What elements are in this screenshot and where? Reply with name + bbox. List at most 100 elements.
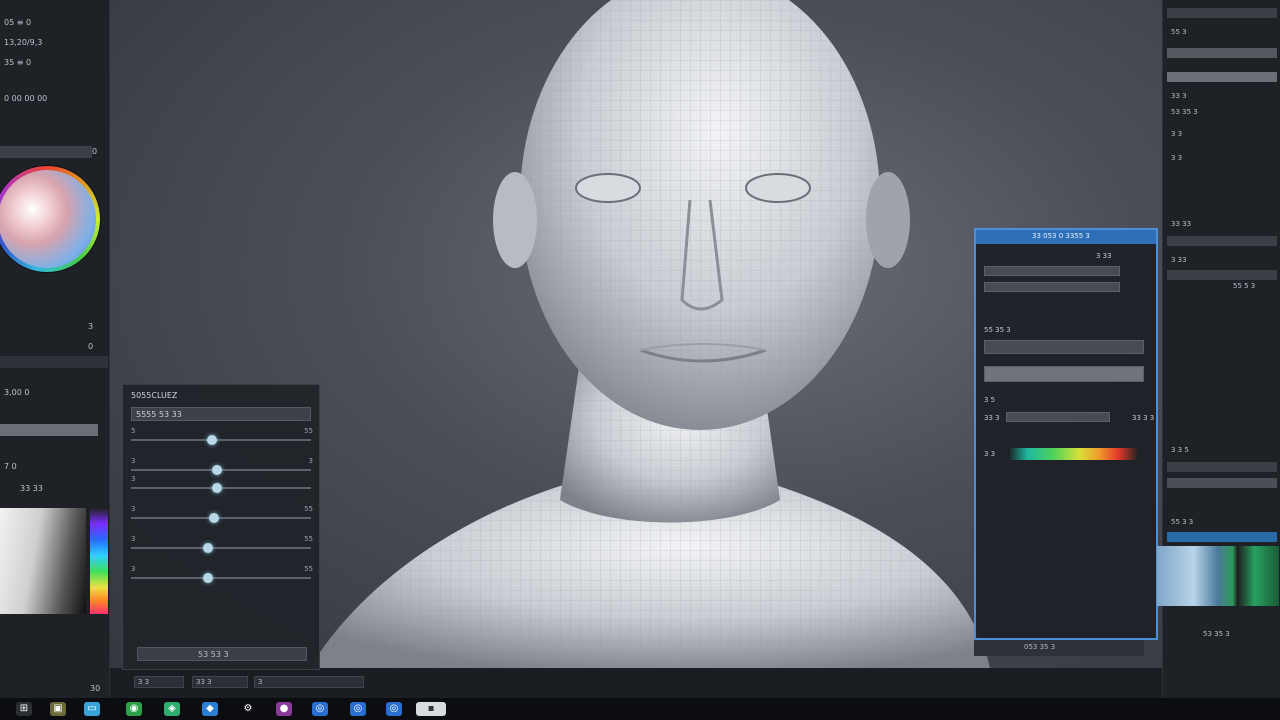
slider-value: 55 (304, 535, 313, 543)
prop-slider-field[interactable] (984, 340, 1144, 354)
layer-row[interactable] (0, 356, 108, 368)
outliner-label: 53 35 3 (1203, 630, 1230, 638)
outliner-label: 3 3 (1171, 154, 1183, 162)
app-icon-2[interactable]: ◉ (126, 702, 142, 716)
slider-label: 3 (131, 535, 136, 543)
outliner-row[interactable] (1167, 270, 1277, 280)
bottom-tabs: 3 3 33 3 3 (134, 676, 374, 690)
slider-knob[interactable] (212, 483, 223, 493)
slider-knob[interactable] (203, 573, 214, 583)
color-ramp-gradient[interactable] (1008, 448, 1138, 460)
tab[interactable]: 3 3 (134, 676, 184, 688)
brush-slider-row[interactable]: 3 55 (131, 505, 313, 527)
slider-track[interactable] (131, 577, 311, 579)
slider-knob[interactable] (203, 543, 214, 553)
outliner-label: 33 3 (1171, 92, 1187, 100)
brush-slider-row[interactable]: 3 (131, 475, 313, 497)
slider-label: 3 (131, 565, 136, 573)
prop-label: 3 33 (1096, 252, 1112, 260)
outliner-label: 3 3 (1171, 130, 1183, 138)
gradient-label: 3 3 (984, 450, 996, 458)
brush-slider-row[interactable]: 3 55 (131, 565, 313, 587)
outliner-label: 55 3 (1171, 28, 1187, 36)
slider-track[interactable] (131, 547, 311, 549)
right-outliner-panel: 55 3 33 3 53 35 3 3 3 3 3 33 33 3 33 55 … (1157, 0, 1280, 700)
render-preview-thumbnail[interactable] (1157, 546, 1279, 606)
prop-slider-field[interactable] (984, 366, 1144, 382)
prop-label: 33 3 (984, 414, 1000, 422)
outliner-label: 3 3 5 (1171, 446, 1189, 454)
folder-icon[interactable]: ▣ (50, 702, 66, 716)
windows-icon[interactable]: ⊞ (16, 702, 32, 716)
slider-knob[interactable] (212, 465, 223, 475)
prop-field[interactable] (1006, 412, 1110, 422)
prop-field[interactable] (984, 266, 1120, 276)
prop-label: 33 3 3 (1132, 414, 1155, 422)
saturation-value-picker[interactable] (0, 508, 86, 614)
slider-label: 5 (131, 427, 136, 435)
outliner-row[interactable] (1167, 8, 1277, 18)
hue-slider[interactable] (90, 508, 108, 614)
brush-preset-dropdown[interactable]: 5555 53 33 (131, 407, 311, 421)
slider-value: 55 (304, 505, 313, 513)
outliner-label: 3 33 (1171, 256, 1187, 264)
brush-size-field[interactable] (0, 424, 98, 436)
apply-button[interactable]: 053 35 3 (974, 640, 1144, 656)
brush-slider-row[interactable]: 3 55 (131, 535, 313, 557)
app-icon-1[interactable]: ▭ (84, 702, 100, 716)
slider-value: 55 (304, 427, 313, 435)
app-icon-5[interactable]: ● (276, 702, 292, 716)
outliner-row[interactable] (1167, 462, 1277, 472)
slider-knob[interactable] (207, 435, 217, 445)
outliner-row[interactable] (1167, 236, 1277, 246)
slider-label: 3 (131, 505, 136, 513)
slider-track[interactable] (131, 517, 311, 519)
outliner-row-active[interactable] (1167, 532, 1277, 542)
app-icon-8[interactable]: ◎ (386, 702, 402, 716)
app-icon-4[interactable]: ◆ (202, 702, 218, 716)
active-app-icon[interactable]: ▪ (416, 702, 446, 716)
outliner-label: 55 3 3 (1171, 518, 1194, 526)
color-wheel[interactable] (0, 166, 100, 272)
apply-button-label: 053 35 3 (1024, 643, 1056, 651)
slider-value: 3 (308, 457, 313, 465)
panel-header[interactable]: 33 053 0 3355 3 (976, 230, 1156, 244)
outliner-label: 53 35 3 (1171, 108, 1198, 116)
left-panel-value: 0 (92, 147, 98, 156)
apply-brush-button[interactable]: 53 53 3 (137, 647, 307, 661)
left-panel-row: 05 ≡ 0 (4, 18, 32, 27)
left-panel-value: 30 (90, 684, 101, 693)
slider-track[interactable] (131, 439, 311, 441)
outliner-row[interactable] (1167, 478, 1277, 488)
left-panel-value: 3 (88, 322, 94, 331)
outliner-row-selected[interactable] (1167, 48, 1277, 58)
taskbar: ⊞ ▣ ▭ ◉ ◈ ◆ ⚙ ● ◎ ◎ ◎ ▪ (0, 698, 1280, 720)
prop-label: 3 5 (984, 396, 996, 404)
left-panel-row: 13,20/9,3 (4, 38, 43, 47)
outliner-row-selected[interactable] (1167, 72, 1277, 82)
left-panel-label: 33 33 (20, 484, 43, 493)
slider-value: 55 (304, 565, 313, 573)
tab[interactable]: 33 3 (192, 676, 248, 688)
brush-slider-row[interactable]: 5 55 (131, 427, 313, 449)
panel-header-title: 33 053 0 3355 3 (1032, 232, 1090, 240)
panel-title: 5055CLUEZ (131, 391, 178, 400)
color-mode-bar[interactable] (0, 146, 92, 158)
color-wheel-center[interactable] (0, 170, 96, 268)
left-tool-panel: 05 ≡ 0 13,20/9,3 35 ≡ 0 0 00 00 00 0 3 0… (0, 0, 110, 700)
left-panel-row: 35 ≡ 0 (4, 58, 32, 67)
outliner-label: 33 33 (1171, 220, 1192, 228)
left-panel-label: 7 0 (4, 462, 17, 471)
slider-label: 3 (131, 475, 136, 483)
app-icon-3[interactable]: ◈ (164, 702, 180, 716)
left-panel-label: 3,00 0 (4, 388, 30, 397)
material-properties-panel: 33 053 0 3355 3 3 33 55 35 3 3 5 33 3 33… (974, 228, 1158, 640)
tab[interactable]: 3 (254, 676, 364, 688)
settings-icon[interactable]: ⚙ (240, 702, 256, 716)
prop-field[interactable] (984, 282, 1120, 292)
brush-settings-panel: 5055CLUEZ 5555 53 33 5 55 3 3 3 3 55 3 55 3 55 53 … (122, 384, 320, 670)
app-icon-7[interactable]: ◎ (350, 702, 366, 716)
app-icon-6[interactable]: ◎ (312, 702, 328, 716)
left-panel-row: 0 00 00 00 (4, 94, 48, 103)
slider-knob[interactable] (208, 513, 219, 523)
